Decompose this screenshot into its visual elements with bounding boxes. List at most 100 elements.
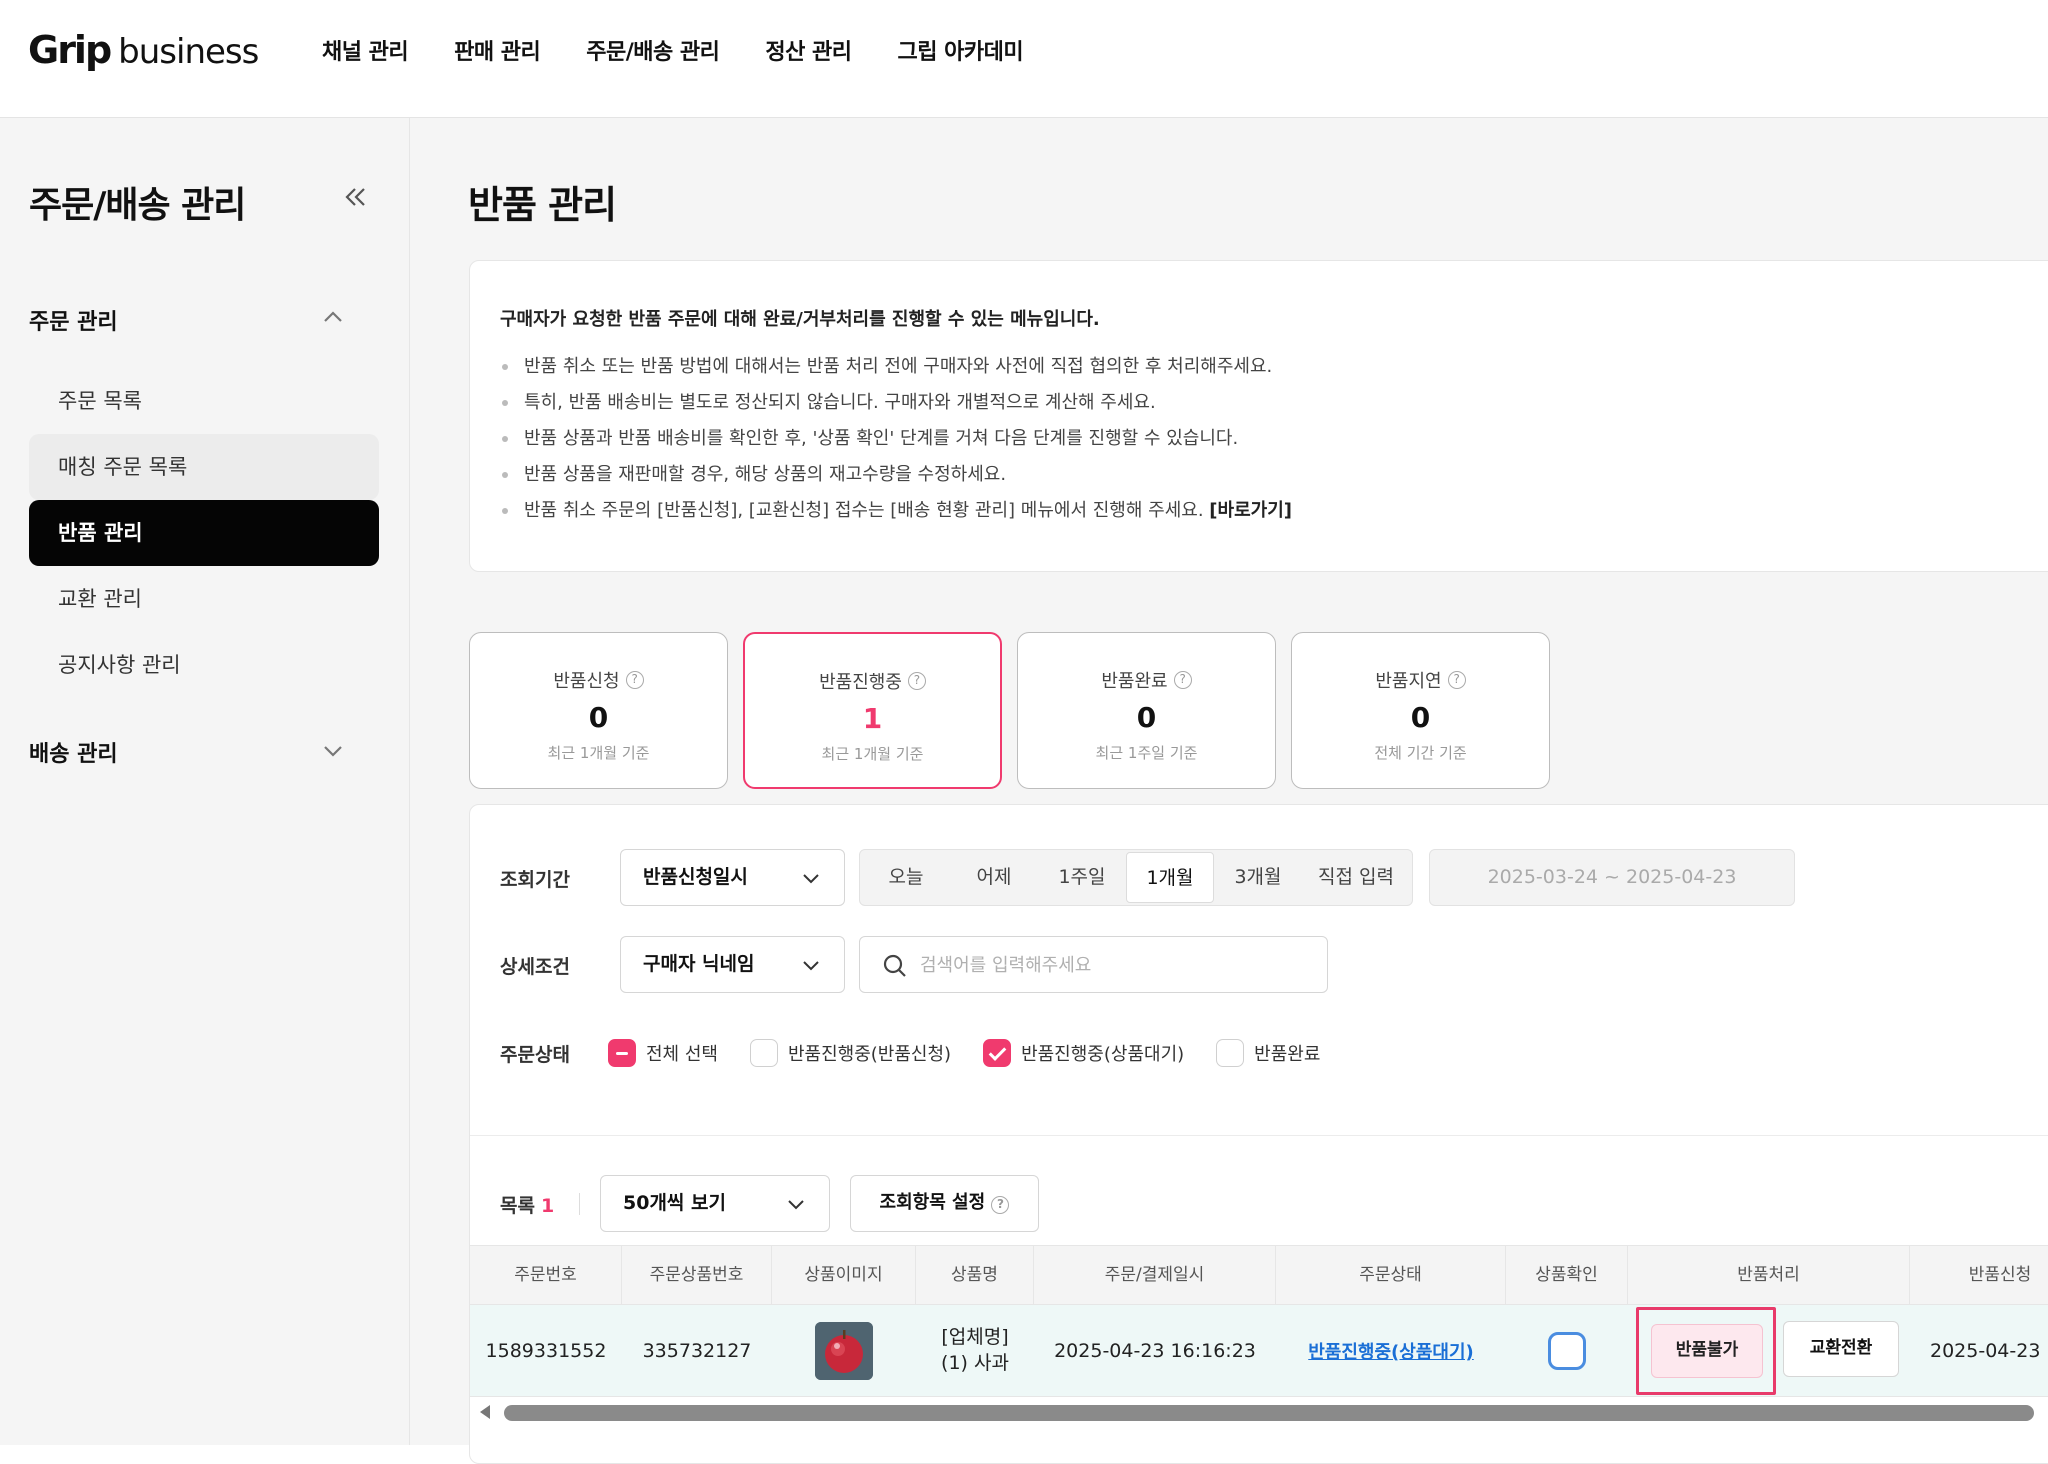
th-name[interactable]: 상품명 [916,1246,1034,1304]
stat-label: 반품신청 [553,671,620,692]
refuse-highlight: 반품불가 [1636,1307,1776,1395]
checkbox-unchecked[interactable] [1216,1039,1245,1067]
period-label: 조회기간 [500,869,570,891]
range-custom[interactable]: 직접 입력 [1302,852,1410,903]
checkbox-indeterminate[interactable] [608,1039,636,1067]
range-1month[interactable]: 1개월 [1126,852,1214,903]
help-icon[interactable]: ? [907,672,926,690]
top-nav: 채널 관리 판매 관리 주문/배송 관리 정산 관리 그립 아카데미 [322,34,1069,66]
th-ordered-at[interactable]: 주문/결제일시 [1034,1246,1276,1304]
sidebar-item-notices[interactable]: 공지사항 관리 [29,632,379,698]
cell-ordered-at: 2025-04-23 16:16:23 [1054,1340,1256,1362]
cell-name: [업체명] (1) 사과 [916,1305,1034,1397]
horizontal-scrollbar[interactable] [470,1401,2048,1425]
sidebar-item-matching-order-list[interactable]: 매칭 주문 목록 [29,434,379,500]
apple-photo [815,1322,873,1380]
checkbox-checked[interactable] [983,1039,1012,1067]
th-return-action[interactable]: 반품처리 [1628,1246,1910,1304]
info-heading: 구매자가 요청한 반품 주문에 대해 완료/거부처리를 진행할 수 있는 메뉴입… [500,309,1100,330]
status-option-all[interactable]: 전체 선택 [608,1039,718,1067]
range-yesterday[interactable]: 어제 [950,852,1038,903]
collapse-sidebar-icon[interactable] [338,180,372,214]
nav-orders-shipping[interactable]: 주문/배송 관리 [586,34,720,66]
detail-type-select[interactable]: 구매자 닉네임 [620,936,845,993]
help-icon[interactable]: ? [1173,671,1192,689]
status-option-return-completed[interactable]: 반품완료 [1216,1039,1320,1067]
sidebar: 주문/배송 관리 주문 관리 주문 목록 매칭 주문 목록 반품 관리 교환 관… [0,118,410,1445]
table-row[interactable]: 1589331552 335732127 [업체명] (1) 사과 2025-0… [470,1305,2048,1397]
sidebar-section-order-management[interactable]: 주문 관리 [29,304,118,336]
list-label: 목록 [500,1195,535,1217]
stat-sub: 최근 1주일 기준 [1095,744,1198,762]
th-requested-at[interactable]: 반품신청 [1910,1246,2048,1304]
chevron-up-icon[interactable] [318,302,348,332]
scroll-left-arrow-icon[interactable] [480,1405,490,1419]
order-status-link[interactable]: 반품진행중(상품대기) [1276,1305,1506,1397]
help-icon[interactable]: ? [625,671,644,689]
date-range-field[interactable]: 2025-03-24 ~ 2025-04-23 [1429,849,1795,906]
shortcut-link[interactable]: [바로가기] [1209,500,1292,521]
th-image[interactable]: 상품이미지 [772,1246,916,1304]
th-item-check[interactable]: 상품확인 [1506,1246,1628,1304]
period-type-select[interactable]: 반품신청일시 [620,849,845,906]
info-bullet: 반품 취소 주문의 [반품신청], [교환신청] 접수는 [배송 현황 관리] … [500,493,1292,529]
return-refuse-button[interactable]: 반품불가 [1651,1324,1763,1378]
checkbox-unchecked[interactable] [749,1039,778,1067]
th-order-no[interactable]: 주문번호 [470,1246,622,1304]
table-header: 주문번호 주문상품번호 상품이미지 상품명 주문/결제일시 주문상태 상품확인 … [470,1245,2048,1305]
exchange-convert-button[interactable]: 교환전환 [1783,1321,1899,1377]
nav-channel[interactable]: 채널 관리 [322,34,409,66]
th-status[interactable]: 주문상태 [1276,1246,1506,1304]
sidebar-item-order-list[interactable]: 주문 목록 [29,368,379,434]
main-content: 반품 관리 구매자가 요청한 반품 주문에 대해 완료/거부처리를 진행할 수 … [410,118,2048,1464]
list-count-label: 목록 1 [500,1191,554,1218]
th-item-no[interactable]: 주문상품번호 [622,1246,772,1304]
stat-card-return-in-progress[interactable]: 반품진행중? 1 최근 1개월 기준 [743,632,1002,789]
range-3months[interactable]: 3개월 [1214,852,1302,903]
status-option-label: 반품진행중(상품대기) [1021,1044,1185,1065]
stat-card-return-requested[interactable]: 반품신청? 0 최근 1개월 기준 [469,632,728,789]
nav-settlement[interactable]: 정산 관리 [765,34,852,66]
cell-item-no: 335732127 [642,1340,752,1362]
cell-item-check [1506,1305,1628,1397]
sidebar-item-returns[interactable]: 반품 관리 [29,500,379,566]
chevron-down-icon[interactable] [318,736,348,766]
info-bullet-list: 반품 취소 또는 반품 방법에 대해서는 반품 처리 전에 구매자와 사전에 직… [500,349,1292,529]
grip-business-logo[interactable]: Grip business [28,28,259,76]
help-icon: ? [991,1196,1010,1214]
range-1week[interactable]: 1주일 [1038,852,1126,903]
stat-sub: 전체 기간 기준 [1374,744,1467,762]
info-bullet-text: 반품 취소 주문의 [반품신청], [교환신청] 접수는 [배송 현황 관리] … [524,500,1204,521]
status-option-return-requested[interactable]: 반품진행중(반품신청) [749,1039,951,1067]
list-count: 1 [540,1195,555,1217]
nav-academy[interactable]: 그립 아카데미 [898,34,1024,66]
status-label: 주문상태 [500,1044,570,1066]
stat-value: 0 [1410,701,1431,734]
search-input[interactable] [920,949,1310,981]
product-image[interactable] [815,1322,873,1380]
product-name: (1) 사과 [941,1352,1009,1374]
scrollbar-thumb[interactable] [504,1405,2034,1421]
detail-type-value: 구매자 닉네임 [643,953,755,975]
chevron-down-icon [803,874,819,884]
column-settings-label: 조회항목 설정 [879,1192,986,1213]
nav-sales[interactable]: 판매 관리 [454,34,541,66]
sidebar-item-exchanges[interactable]: 교환 관리 [29,566,379,632]
info-bullet: 특히, 반품 배송비는 별도로 정산되지 않습니다. 구매자와 개별적으로 계산… [500,385,1292,421]
column-settings-button[interactable]: 조회항목 설정 ? [850,1175,1039,1232]
top-header: Grip business 채널 관리 판매 관리 주문/배송 관리 정산 관리… [0,0,2048,118]
stat-card-return-completed[interactable]: 반품완료? 0 최근 1주일 기준 [1017,632,1276,789]
item-check-checkbox[interactable] [1548,1332,1586,1370]
page-title: 반품 관리 [468,183,617,227]
stat-card-return-delayed[interactable]: 반품지연? 0 전체 기간 기준 [1291,632,1550,789]
page-size-select[interactable]: 50개씩 보기 [600,1175,830,1232]
status-checkbox-group: 전체 선택 반품진행중(반품신청) 반품진행중(상품대기) 반품완료 [608,1039,1352,1067]
search-icon [883,954,906,977]
sidebar-section-shipping-management[interactable]: 배송 관리 [29,736,118,768]
range-today[interactable]: 오늘 [862,852,950,903]
divider [579,1193,580,1215]
info-bullet: 반품 취소 또는 반품 방법에 대해서는 반품 처리 전에 구매자와 사전에 직… [500,349,1292,385]
status-option-awaiting-item[interactable]: 반품진행중(상품대기) [983,1039,1184,1067]
stat-label: 반품진행중 [819,672,902,693]
help-icon[interactable]: ? [1447,671,1466,689]
